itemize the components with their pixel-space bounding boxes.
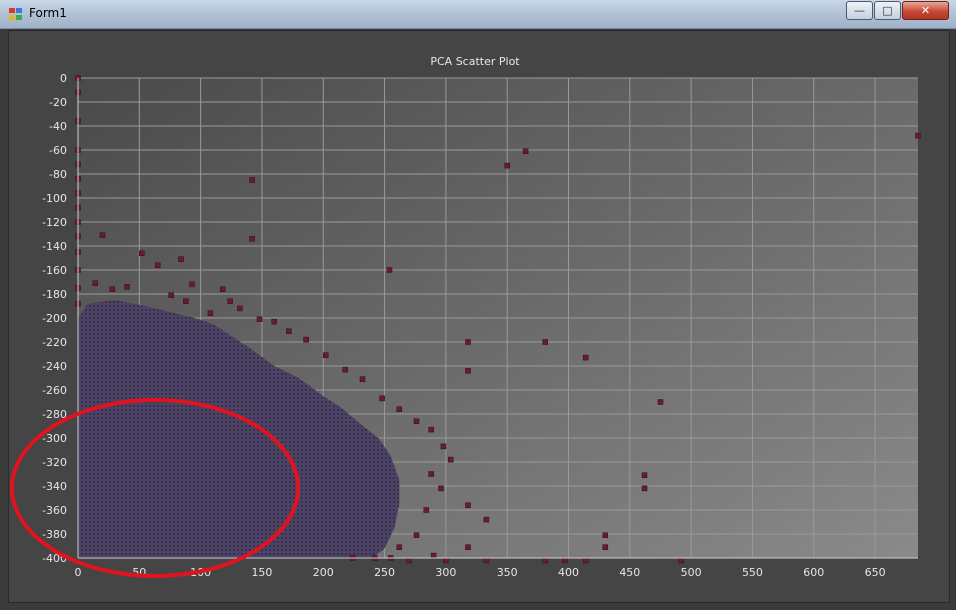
scatter-point [602, 532, 609, 538]
scatter-point [124, 284, 130, 290]
scatter-point [379, 395, 385, 402]
x-tick-label: 300 [435, 566, 456, 579]
scatter-point [641, 472, 648, 478]
scatter-point [413, 418, 420, 424]
scatter-point [286, 328, 292, 334]
scatter-point [443, 557, 449, 564]
scatter-point [542, 339, 548, 345]
y-tick-label: -20 [49, 96, 67, 109]
scatter-point [438, 485, 444, 492]
y-tick-label: -200 [42, 312, 67, 325]
scatter-point [168, 292, 174, 298]
scatter-point [522, 148, 529, 154]
y-tick-label: -160 [42, 264, 67, 277]
scatter-point [303, 336, 309, 343]
scatter-point [256, 316, 263, 322]
y-tick-label: -220 [42, 336, 67, 349]
scatter-point [678, 557, 685, 564]
scatter-point [465, 368, 471, 374]
y-tick-label: -260 [42, 384, 67, 397]
y-tick-label: -100 [42, 192, 67, 205]
pca-scatter-chart: 0 50 100 150 200 250 300 350 400 450 500 550 600 6500… [10, 55, 921, 579]
scatter-point [448, 456, 454, 463]
y-tick-label: -300 [42, 432, 67, 445]
y-tick-label: -360 [42, 504, 67, 517]
scatter-point [249, 236, 255, 242]
y-tick-label: -120 [42, 216, 67, 229]
scatter-point [178, 256, 184, 262]
scatter-point [271, 318, 277, 325]
scatter-point [183, 298, 189, 304]
y-tick-label: -60 [49, 144, 67, 157]
scatter-point [249, 177, 255, 183]
y-tick-label: -80 [49, 168, 67, 181]
x-tick-label: 450 [619, 566, 640, 579]
scatter-point [359, 376, 366, 382]
y-tick-label: 0 [60, 72, 67, 85]
scatter-point [465, 339, 471, 345]
x-tick-label: 200 [313, 566, 334, 579]
y-tick-label: -40 [49, 120, 67, 133]
scatter-point [504, 162, 510, 169]
y-tick-label: -240 [42, 360, 67, 373]
x-tick-label: 650 [865, 566, 886, 579]
scatter-point [109, 286, 116, 292]
x-tick-label: 400 [558, 566, 579, 579]
scatter-point [542, 557, 548, 564]
scatter-point [342, 366, 349, 373]
scatter-point [423, 507, 430, 513]
scatter-point [428, 471, 434, 477]
scatter-point [602, 544, 609, 550]
x-tick-label: 550 [742, 566, 763, 579]
scatter-point [99, 232, 106, 238]
scatter-point [465, 544, 471, 550]
scatter-point [207, 310, 214, 316]
y-tick-label: -380 [42, 528, 67, 541]
scatter-point [413, 532, 420, 538]
y-tick-label: -140 [42, 240, 67, 253]
scatter-point [219, 286, 226, 292]
x-tick-label: 250 [374, 566, 395, 579]
y-tick-label: -340 [42, 480, 67, 493]
scatter-point [227, 298, 233, 304]
scatter-point [465, 502, 471, 508]
scatter-point [483, 557, 490, 564]
scatter-point [582, 557, 589, 564]
scatter-point [92, 280, 98, 286]
x-tick-label: 600 [803, 566, 824, 579]
y-tick-label: -180 [42, 288, 67, 301]
scatter-point [915, 132, 921, 139]
scatter-point [386, 267, 393, 273]
scatter-point [396, 544, 403, 550]
scatter-point [139, 250, 145, 256]
y-tick-label: -320 [42, 456, 67, 469]
x-tick-label: 500 [681, 566, 702, 579]
scatter-point [154, 262, 161, 268]
x-tick-label: 350 [497, 566, 518, 579]
scatter-point [483, 516, 490, 523]
scatter-point [582, 354, 589, 361]
x-tick-label: 150 [251, 566, 272, 579]
scatter-point [237, 305, 243, 312]
scatter-point [396, 406, 403, 412]
scatter-point [428, 426, 434, 433]
chart-title: PCA Scatter Plot [430, 55, 520, 68]
scatter-point [641, 485, 648, 492]
scatter-point [562, 557, 568, 564]
scatter-point [440, 443, 447, 450]
scatter-point [657, 399, 664, 405]
scatter-point [430, 552, 437, 559]
scatter-point [322, 352, 329, 358]
scatter-point [406, 557, 412, 564]
x-tick-label: 0 [75, 566, 82, 579]
scatter-point [189, 281, 195, 288]
